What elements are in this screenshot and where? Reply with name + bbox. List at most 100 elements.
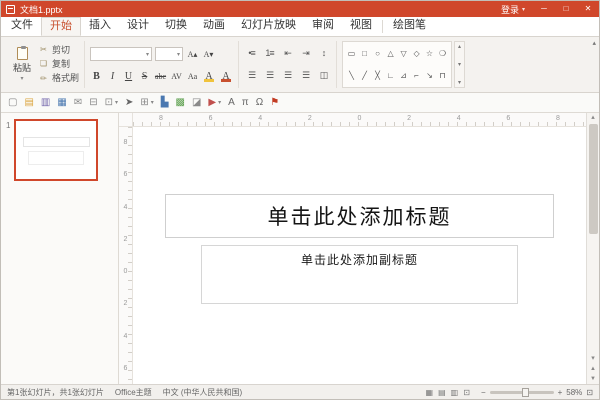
select-pointer-icon[interactable]: ➤ [125,98,133,108]
insert-image-icon[interactable]: ▩ [176,98,185,108]
new-file-icon[interactable]: ▢ [8,98,17,108]
shape-cross-lines-icon[interactable]: ╳ [372,71,383,80]
highlight-color-button[interactable]: A [202,71,216,82]
insert-screenshot-icon[interactable]: ◪ [192,98,201,108]
tab-animation[interactable]: 动画 [195,17,233,36]
shape-circle-icon[interactable]: ❍ [437,49,448,58]
slide-canvas[interactable]: 单击此处添加标题 单击此处添加副标题 [133,127,586,384]
scroll-down-icon[interactable]: ▾ [591,354,595,364]
login-caret-icon[interactable]: ▾ [522,6,525,13]
tab-view[interactable]: 视图 [342,17,380,36]
dropdown-caret-icon[interactable]: ▾ [218,99,221,106]
numbering-icon[interactable]: 1≡ [262,48,277,58]
zoom-value[interactable]: 58% [566,388,582,397]
print-preview-icon[interactable]: ⊡ [105,98,113,108]
tab-design[interactable]: 设计 [119,17,157,36]
shape-triangle-icon[interactable]: △ [385,49,396,58]
save-icon[interactable]: ▥ [41,98,50,108]
insert-chart-icon[interactable]: ▙ [161,98,169,108]
insert-symbol-icon[interactable]: Ω [256,98,263,108]
align-left-icon[interactable]: ☰ [244,70,259,81]
shrink-font-button[interactable]: A▾ [202,50,215,59]
font-name-select[interactable]: ▾ [90,47,152,61]
change-case-button[interactable]: Aa [186,72,199,81]
shape-arrow-icon[interactable]: ↘ [424,71,435,80]
slide-sorter-view-button[interactable]: ▤ [438,388,446,397]
slide-thumbnail[interactable] [14,119,98,181]
shape-triangle-down-icon[interactable]: ▽ [398,49,409,58]
shapes-more-icon[interactable]: ▾ [455,79,464,86]
maximize-button[interactable]: □ [555,1,577,17]
vertical-scrollbar[interactable]: ▴ ▾ ▲ ▼ [586,113,599,384]
bullets-icon[interactable]: •≡ [244,48,259,58]
export-icon[interactable]: ▦ [57,98,66,108]
collapse-ribbon-button[interactable]: ▴ [592,39,596,47]
tab-drawing-pen[interactable]: 绘图笔 [385,17,434,36]
normal-view-button[interactable]: ▦ [426,388,434,397]
insert-table-icon[interactable]: ⊞ [140,98,148,108]
bold-button[interactable]: B [90,71,103,82]
paste-caret-icon[interactable]: ▾ [20,75,23,82]
open-folder-icon[interactable]: ▤ [24,98,33,108]
dropdown-caret-icon[interactable]: ▾ [151,99,154,106]
shape-bracket-icon[interactable]: ⌐ [411,71,422,80]
strikethrough-button[interactable]: S [138,71,151,82]
shape-diamond-icon[interactable]: ◇ [411,49,422,58]
columns-icon[interactable]: ◫ [316,70,331,81]
previous-slide-button[interactable]: ▲ [590,364,596,374]
shape-ellipse-icon[interactable]: ○ [372,49,383,58]
character-spacing-button[interactable]: AV [170,72,183,81]
insert-equation-icon[interactable]: π [242,98,249,108]
format-painter-button[interactable]: ✏ 格式刷 [38,74,79,83]
indent-decrease-icon[interactable]: ⇤ [280,48,295,59]
shape-right-angle-icon[interactable]: ∟ [385,71,396,80]
scrollbar-thumb[interactable] [589,124,598,234]
cut-button[interactable]: ✂ 剪切 [38,46,79,55]
clear-format-button[interactable]: abc [154,72,167,81]
tab-review[interactable]: 审阅 [304,17,342,36]
insert-media-icon[interactable]: ▶ [208,98,216,108]
italic-button[interactable]: I [106,71,119,82]
shape-line-up-icon[interactable]: ╱ [359,71,370,80]
zoom-out-button[interactable]: − [481,388,486,397]
theme-label[interactable]: Office主题 [115,387,152,398]
shape-rectangle-icon[interactable]: ▭ [346,49,357,58]
shape-square-icon[interactable]: □ [359,49,370,58]
font-color-button[interactable]: A [219,71,233,82]
shape-half-frame-icon[interactable]: ⊓ [437,71,448,80]
tab-file[interactable]: 文件 [3,17,41,36]
reading-view-button[interactable]: ▥ [451,388,459,397]
fit-to-window-button[interactable]: ⊡ [586,388,593,397]
shapes-scroll-up-icon[interactable]: ▴ [455,43,464,50]
tab-home[interactable]: 开始 [41,17,81,36]
zoom-slider-thumb[interactable] [522,388,529,397]
font-size-select[interactable]: ▾ [155,47,183,61]
align-center-icon[interactable]: ☰ [262,70,277,81]
justify-icon[interactable]: ☰ [298,70,313,81]
tab-slide-show[interactable]: 幻灯片放映 [233,17,304,36]
login-button[interactable]: 登录 [501,3,519,16]
subtitle-placeholder[interactable]: 单击此处添加副标题 [201,245,518,304]
align-right-icon[interactable]: ☰ [280,70,295,81]
title-placeholder[interactable]: 单击此处添加标题 [165,194,555,238]
minimize-button[interactable]: ─ [533,1,555,17]
paste-button[interactable]: 粘贴 ▾ [6,40,38,89]
shape-right-triangle-icon[interactable]: ⊿ [398,71,409,80]
zoom-slider[interactable] [490,391,554,394]
tab-insert[interactable]: 插入 [81,17,119,36]
line-spacing-icon[interactable]: ↕ [316,48,331,58]
tab-transitions[interactable]: 切换 [157,17,195,36]
print-icon[interactable]: ⊟ [89,98,97,108]
shape-line-icon[interactable]: ╲ [346,71,357,80]
next-slide-button[interactable]: ▼ [590,374,596,384]
language-label[interactable]: 中文 (中华人民共和国) [163,387,243,398]
scroll-up-icon[interactable]: ▴ [591,113,595,123]
shapes-scroll-down-icon[interactable]: ▾ [455,61,464,68]
email-icon[interactable]: ✉ [74,98,82,108]
copy-button[interactable]: ❏ 复制 [38,60,79,69]
underline-button[interactable]: U [122,71,135,82]
zoom-in-button[interactable]: + [558,388,563,397]
close-button[interactable]: ✕ [577,1,599,17]
insert-textbox-icon[interactable]: A [228,98,235,108]
indent-increase-icon[interactable]: ⇥ [298,48,313,59]
